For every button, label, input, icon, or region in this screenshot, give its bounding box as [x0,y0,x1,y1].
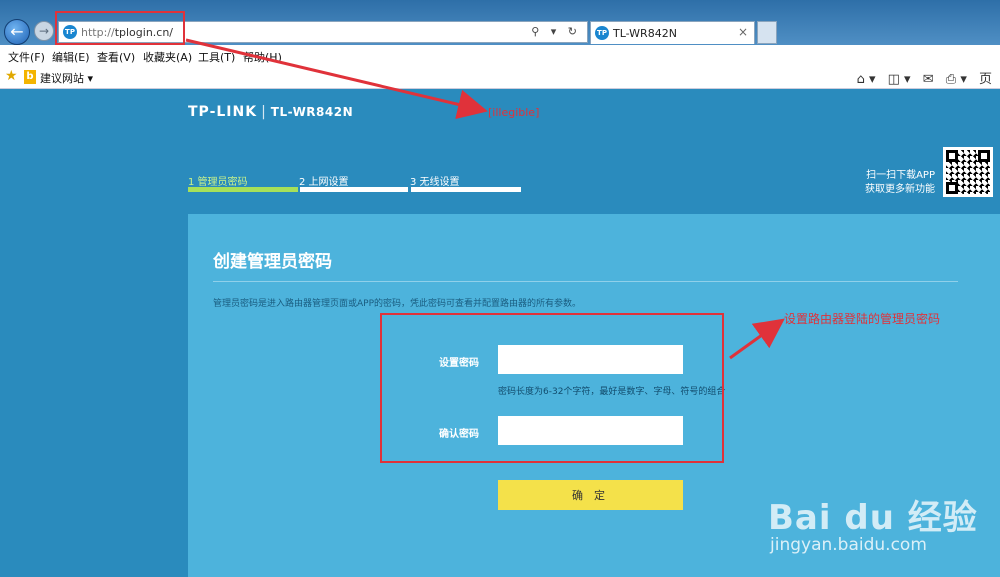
forward-button[interactable]: → [34,21,54,41]
browser-tab[interactable]: TP TL-WR842N × [590,21,755,44]
step-2-label: 2 上网设置 [299,177,349,188]
panel-divider [213,281,958,282]
step-1-label: 1 管理员密码 [188,177,248,188]
app-line-2: 获取更多新功能 [865,184,935,195]
command-bar: ⌂ ▾ ◫ ▾ ✉ ⎙ ▾ 页 [857,68,1000,87]
menu-favorites[interactable]: 收藏夹(A) [143,49,192,65]
tab-close-icon[interactable]: × [738,25,748,39]
password-annotation-text: 设置路由器登陆的管理员密码 [784,312,941,326]
step-3-progress [411,187,521,192]
forward-arrow-icon: → [38,24,50,38]
print-icon[interactable]: ⎙ ▾ [946,72,967,87]
step-3-label: 3 无线设置 [410,177,460,188]
tab-site-icon: TP [595,26,609,40]
menu-file[interactable]: 文件(F) [8,49,45,65]
confirm-button[interactable]: 确 定 [498,480,683,510]
back-arrow-icon: ← [10,22,24,41]
app-line-1: 扫一扫下载APP [866,170,935,181]
feeds-icon[interactable]: ◫ ▾ [888,72,911,87]
baidu-watermark-logo: Bai du 经验 [768,498,978,538]
menu-view[interactable]: 查看(V) [97,49,135,65]
logo-separator: | [261,104,267,120]
back-button[interactable]: ← [4,19,30,45]
favorites-bar: ★ b 建议网站 ▾ ⌂ ▾ ◫ ▾ ✉ ⎙ ▾ 页 [0,65,1000,89]
password-highlight-box [380,313,724,463]
url-highlight-box [55,11,185,45]
menu-edit[interactable]: 编辑(E) [52,49,90,65]
tplink-logo: TP-LINK | TL-WR842N [188,104,353,120]
logo-brand: TP-LINK [188,104,258,120]
suggested-sites-link[interactable]: 建议网站 ▾ [40,70,93,86]
step-1-progress [188,187,298,192]
favorites-star-icon[interactable]: ★ [5,68,18,84]
panel-title: 创建管理员密码 [213,252,332,272]
mail-icon[interactable]: ✉ [923,72,934,87]
logo-model: TL-WR842N [270,105,354,119]
menu-bar: 文件(F) 编辑(E) 查看(V) 收藏夹(A) 工具(T) 帮助(H) [0,45,1000,65]
new-tab-button[interactable] [757,21,777,44]
menu-tools[interactable]: 工具(T) [198,49,235,65]
home-icon[interactable]: ⌂ ▾ [857,72,876,87]
url-annotation-text: [illegible] [488,106,540,119]
baidu-watermark-url: jingyan.baidu.com [770,535,927,555]
tab-title: TL-WR842N [613,27,677,40]
qr-code-icon [943,147,993,197]
bing-icon: b [24,70,36,84]
page-menu[interactable]: 页 [979,72,992,87]
app-download-text: 扫一扫下载APP 获取更多新功能 [865,169,935,197]
address-controls[interactable]: ⚲ ▾ ↻ [531,25,581,38]
menu-help[interactable]: 帮助(H) [243,49,282,65]
step-2-progress [300,187,408,192]
panel-description: 管理员密码是进入路由器管理页面或APP的密码，凭此密码可查看并配置路由器的所有参… [213,299,582,309]
